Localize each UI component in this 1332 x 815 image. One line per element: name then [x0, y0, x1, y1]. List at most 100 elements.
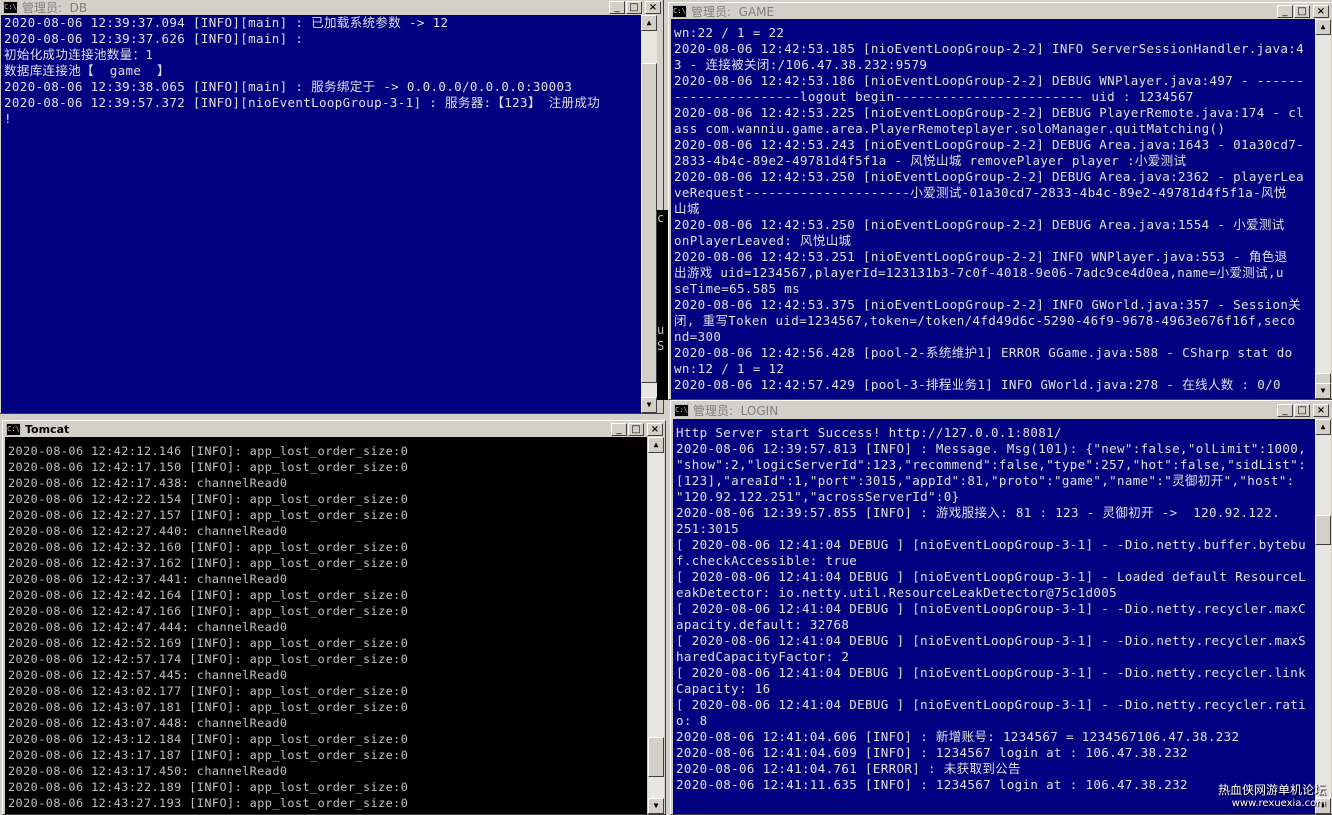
log-line: 2020-08-06 12:42:57.174 [INFO]: app_lost…	[8, 652, 409, 666]
log-line: 2020-08-06 12:42:53.250 [nioEventLoopGro…	[674, 217, 1285, 232]
tomcat-console-window[interactable]: C:\ Tomcat _ □ × 2020-08-06 12:42:12.146…	[2, 420, 666, 815]
tomcat-title-bar[interactable]: C:\ Tomcat _ □ ×	[3, 421, 665, 437]
maximize-button[interactable]: □	[628, 422, 644, 436]
log-line: 2020-08-06 12:42:57.429 [pool-3-排程业务1] I…	[674, 377, 1281, 392]
game-console-window[interactable]: C:\ 管理员: GAME _ □ × wn:22 / 1 = 22 2020-0…	[668, 2, 1332, 400]
log-line: 2020-08-06 12:39:57.372 [INFO][nioEventL…	[4, 95, 601, 110]
game-scrollbar[interactable]: ▲ ▼	[1315, 19, 1331, 399]
log-line: eakDetector: io.netty.util.ResourceLeakD…	[676, 585, 1118, 600]
log-line: [ 2020-08-06 12:41:04 DEBUG ] [nioEventL…	[676, 633, 1307, 648]
log-line: 2020-08-06 12:43:07.181 [INFO]: app_lost…	[8, 700, 409, 714]
log-line: 2020-08-06 12:41:04.606 [INFO] : 新增账号: 1…	[676, 729, 1240, 744]
close-button[interactable]: ×	[1313, 4, 1329, 18]
log-line: 2020-08-06 12:42:17.438: channelRead0	[8, 476, 288, 490]
tomcat-scrollbar[interactable]: ▲ ▼	[648, 437, 664, 814]
log-line: 2020-08-06 12:39:57.813 [INFO] : Message…	[676, 441, 1307, 456]
db-scrollbar[interactable]: ▲ ▼	[641, 15, 657, 413]
log-line: 2020-08-06 12:43:02.177 [INFO]: app_lost…	[8, 684, 409, 698]
log-line: haredCapacityFactor: 2	[676, 649, 850, 664]
game-window-title: 管理员: GAME	[691, 4, 775, 19]
log-line: [ 2020-08-06 12:41:04 DEBUG ] [nioEventL…	[676, 537, 1307, 552]
scroll-down-arrow-icon[interactable]: ▼	[1315, 383, 1331, 399]
log-line: 2020-08-06 12:42:53.251 [nioEventLoopGro…	[674, 249, 1288, 264]
maximize-button[interactable]: □	[1294, 403, 1310, 417]
minimize-button[interactable]: _	[609, 0, 625, 14]
game-title-bar[interactable]: C:\ 管理员: GAME _ □ ×	[669, 3, 1332, 19]
close-button[interactable]: ×	[1313, 403, 1329, 417]
game-console-output[interactable]: wn:22 / 1 = 22 2020-08-06 12:42:53.185 [n…	[671, 19, 1315, 399]
log-line: [ 2020-08-06 12:41:04 DEBUG ] [nioEventL…	[676, 601, 1307, 616]
scroll-down-arrow-icon[interactable]: ▼	[641, 397, 657, 413]
watermark-title: 热血侠网游单机论坛	[1217, 783, 1326, 797]
scroll-up-arrow-icon[interactable]: ▲	[641, 15, 657, 31]
log-line: 数据库连接池【 game 】	[4, 63, 170, 78]
forum-watermark: 热血侠网游单机论坛 www.rexuexia.com	[1218, 783, 1326, 809]
log-line: 2020-08-06 12:42:27.440: channelRead0	[8, 524, 288, 538]
log-line: ass com.wanniu.game.area.PlayerRemotepla…	[674, 121, 1226, 136]
log-line: 2020-08-06 12:42:57.445: channelRead0	[8, 668, 288, 682]
log-line: 2020-08-06 12:39:57.855 [INFO] : 游戏服接入: …	[676, 505, 1280, 520]
console-icon: C:\	[3, 0, 18, 14]
log-line: 山城	[674, 201, 700, 216]
login-scrollbar[interactable]: ▲ ▼	[1315, 419, 1331, 814]
log-line: 2020-08-06 12:43:17.187 [INFO]: app_lost…	[8, 748, 409, 762]
log-line: 2020-08-06 12:42:12.146 [INFO]: app_lost…	[8, 444, 409, 458]
scroll-thumb[interactable]	[1315, 515, 1331, 545]
log-line: 2020-08-06 12:42:17.150 [INFO]: app_lost…	[8, 460, 409, 474]
log-line: o: 8	[676, 713, 708, 728]
log-line: wn:12 / 1 = 12	[674, 361, 785, 376]
db-title-bar[interactable]: C:\ 管理员: DB _ □ ×	[0, 0, 663, 15]
log-line: 2020-08-06 12:42:53.375 [nioEventLoopGro…	[674, 297, 1302, 312]
log-line: 2020-08-06 12:42:32.160 [INFO]: app_lost…	[8, 540, 409, 554]
log-line: [ 2020-08-06 12:41:04 DEBUG ] [nioEventL…	[676, 665, 1307, 680]
console-icon: C:\	[6, 422, 21, 436]
scroll-up-arrow-icon[interactable]: ▲	[1315, 419, 1331, 435]
log-line: 2020-08-06 12:42:53.225 [nioEventLoopGro…	[674, 105, 1305, 120]
log-line: 2020-08-06 12:43:07.448: channelRead0	[8, 716, 288, 730]
scroll-thumb[interactable]	[641, 63, 657, 383]
log-line: 2020-08-06 12:42:47.166 [INFO]: app_lost…	[8, 604, 409, 618]
log-line: 2020-08-06 12:42:22.154 [INFO]: app_lost…	[8, 492, 409, 506]
log-line: 初始化成功连接池数量：1	[4, 47, 154, 62]
log-line: 2020-08-06 12:42:52.169 [INFO]: app_lost…	[8, 636, 409, 650]
close-button[interactable]: ×	[647, 422, 663, 436]
login-log-lines: Http Server start Success! http://127.0.…	[676, 425, 1312, 793]
log-line: seTime=65.585 ms	[674, 281, 801, 296]
log-line: 2020-08-06 12:42:42.164 [INFO]: app_lost…	[8, 588, 409, 602]
log-line: 3 - 连接被关闭:/106.47.38.232:9579	[674, 57, 928, 72]
scroll-down-arrow-icon[interactable]: ▼	[648, 798, 664, 814]
scroll-thumb[interactable]	[648, 737, 664, 777]
tomcat-log-lines: 2020-08-06 12:42:12.146 [INFO]: app_lost…	[8, 443, 644, 811]
log-line: 2020-08-06 12:42:37.162 [INFO]: app_lost…	[8, 556, 409, 570]
maximize-button[interactable]: □	[1294, 4, 1310, 18]
maximize-button[interactable]: □	[626, 0, 642, 14]
log-line: veRequest---------------------小爱测试-01a30…	[674, 185, 1287, 200]
login-console-output[interactable]: Http Server start Success! http://127.0.…	[673, 419, 1315, 814]
minimize-button[interactable]: _	[611, 422, 627, 436]
close-button[interactable]: ×	[645, 0, 661, 14]
login-title-bar[interactable]: C:\ 管理员: LOGIN _ □ ×	[671, 402, 1332, 418]
scroll-up-arrow-icon[interactable]: ▲	[1315, 19, 1331, 35]
scroll-up-arrow-icon[interactable]: ▲	[648, 437, 664, 453]
login-console-window[interactable]: C:\ 管理员: LOGIN _ □ × Http Server start S…	[670, 400, 1332, 815]
log-line: nd=300	[674, 329, 722, 344]
log-line: 2020-08-06 12:41:04.761 [ERROR] : 未获取到公告	[676, 761, 1021, 776]
log-line: 出游戏 uid=1234567,playerId=123131b3-7c0f-4…	[674, 265, 1284, 280]
log-line: 2020-08-06 12:42:47.444: channelRead0	[8, 620, 288, 634]
log-line: 2020-08-06 12:42:27.157 [INFO]: app_lost…	[8, 508, 409, 522]
log-line: wn:22 / 1 = 22	[674, 25, 785, 40]
minimize-button[interactable]: _	[1277, 403, 1293, 417]
log-line: 闭, 重写Token uid=1234567,token=/token/4fd4…	[674, 313, 1296, 328]
console-icon: C:\	[674, 403, 689, 417]
db-console-window[interactable]: C:\ 管理员: DB _ □ × 2020-08-06 12:39:37.09…	[0, 0, 664, 414]
minimize-button[interactable]: _	[1277, 4, 1293, 18]
log-line: [ 2020-08-06 12:41:04 DEBUG ] [nioEventL…	[676, 697, 1307, 712]
log-line: apacity.default: 32768	[676, 617, 850, 632]
login-window-title: 管理员: LOGIN	[693, 403, 779, 418]
log-line: 2020-08-06 12:39:37.626 [INFO][main] :	[4, 31, 304, 46]
log-line: [ 2020-08-06 12:41:04 DEBUG ] [nioEventL…	[676, 569, 1307, 584]
db-console-output[interactable]: 2020-08-06 12:39:37.094 [INFO][main] : 已…	[1, 15, 641, 413]
tomcat-console-output[interactable]: 2020-08-06 12:42:12.146 [INFO]: app_lost…	[5, 437, 647, 814]
log-line: 2020-08-06 12:41:11.635 [INFO] : 1234567…	[676, 777, 1188, 792]
console-icon: C:\	[672, 4, 687, 18]
